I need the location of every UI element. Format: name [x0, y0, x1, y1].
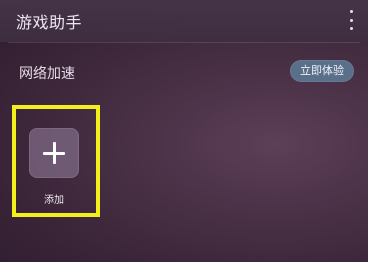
add-game-button[interactable]: [29, 128, 79, 178]
page-title: 游戏助手: [16, 13, 83, 32]
network-boost-row: 网络加速 立即体验: [0, 50, 368, 96]
network-boost-label: 网络加速: [19, 66, 75, 82]
top-bar: 游戏助手: [0, 0, 368, 42]
divider: [8, 42, 360, 43]
more-options-button[interactable]: [346, 9, 356, 31]
plus-icon: [43, 142, 65, 164]
more-vertical-icon: [349, 10, 353, 13]
try-now-button[interactable]: 立即体验: [290, 60, 354, 82]
add-label: 添加: [44, 195, 64, 206]
